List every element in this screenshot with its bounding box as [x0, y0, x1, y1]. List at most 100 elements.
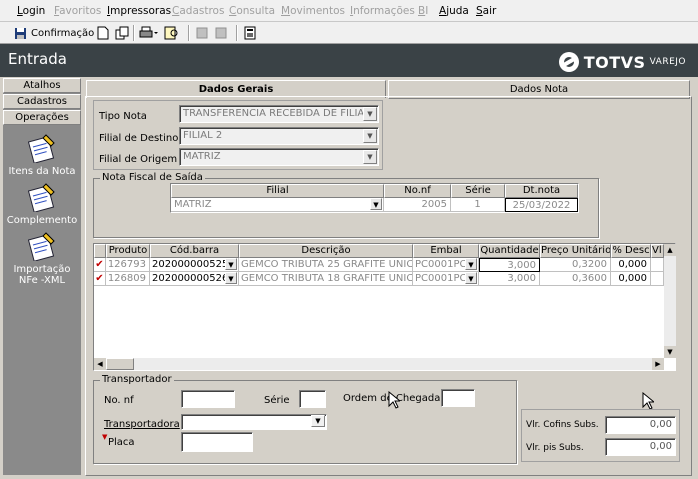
row1-codbarra[interactable]: 2020000005254 ▼	[150, 258, 239, 272]
scroll-right-icon[interactable]: ▶	[652, 358, 664, 370]
transportadora-select[interactable]: ▼	[181, 414, 327, 430]
disabled-tool2-icon[interactable]	[214, 25, 228, 41]
items-grid: Produto Cód.barra Descrição Embal Quanti…	[93, 243, 676, 371]
row2-preco[interactable]: 0,3600	[540, 272, 611, 286]
chevron-down-icon[interactable]: ▼	[363, 107, 377, 121]
chevron-down-icon[interactable]: ▼	[363, 150, 377, 164]
search-icon[interactable]	[164, 25, 180, 41]
brand-sub: VAREJO	[649, 57, 686, 67]
scroll-left-icon[interactable]: ◀	[94, 358, 106, 370]
menu-cadastros[interactable]: Cadastros	[172, 5, 224, 17]
menu-informacoes[interactable]: Informações	[350, 5, 415, 17]
sidebar-item-complemento[interactable]: Complemento	[3, 182, 81, 226]
confirm-label: Confirmação	[31, 27, 95, 39]
no-nf-input[interactable]	[181, 390, 235, 408]
new-document-icon[interactable]	[97, 25, 109, 41]
transportador-title: Transportador	[100, 374, 174, 385]
menu-ajuda[interactable]: Ajuda	[439, 5, 469, 17]
sidebar-operacoes-button[interactable]: Operações	[3, 110, 81, 125]
copy-icon[interactable]	[115, 25, 129, 41]
pis-input[interactable]: 0,00	[605, 438, 676, 456]
page-title: Entrada	[8, 50, 67, 68]
horizontal-scrollbar[interactable]: ◀ ▶	[94, 358, 664, 370]
mouse-cursor-icon	[388, 391, 400, 409]
print-icon[interactable]	[139, 25, 159, 41]
chevron-down-icon[interactable]: ▼	[311, 415, 325, 427]
chevron-down-icon[interactable]: ▼	[225, 272, 237, 284]
menu-movimentos[interactable]: Movimentos	[281, 5, 345, 17]
chevron-down-icon[interactable]: ▼	[363, 129, 377, 143]
notepad-icon	[28, 183, 55, 212]
col-embal: Embal	[413, 244, 479, 258]
scroll-up-icon[interactable]: ▲	[664, 244, 676, 256]
col-indicator	[94, 244, 106, 258]
filial-origem-label: Filial de Origem	[99, 154, 178, 165]
row1-quantidade[interactable]: 3,000	[479, 258, 540, 272]
nf-filial-value: MATRIZ	[174, 199, 212, 210]
col-desc: % Desc	[611, 244, 651, 258]
sidebar-item-label: Importação NFe -XML	[13, 264, 71, 286]
row2-quantidade[interactable]: 3,000	[479, 272, 540, 286]
menu-impressoras[interactable]: Impressoras	[107, 5, 171, 17]
row2-desc[interactable]: 0,000	[611, 272, 651, 286]
col-produto: Produto	[106, 244, 150, 258]
chevron-down-icon[interactable]: ▼	[465, 272, 477, 284]
nf-filial-cell[interactable]: MATRIZ ▼	[171, 198, 384, 212]
menu-favoritos[interactable]: Favoritos	[54, 5, 101, 17]
cofins-label: Vlr. Cofins Subs.	[526, 420, 599, 430]
nf-saida-grid: Filial No.nf Série Dt.nota MATRIZ ▼ 2005 …	[170, 183, 579, 213]
row2-vl[interactable]	[651, 272, 664, 286]
filial-destino-label: Filial de Destino	[99, 133, 179, 144]
confirm-button[interactable]: Confirmação	[14, 25, 94, 41]
save-icon	[15, 27, 26, 39]
row1-desc[interactable]: 0,000	[611, 258, 651, 272]
menu-login[interactable]: Login	[17, 5, 45, 17]
menu-consulta[interactable]: Consulta	[229, 5, 275, 17]
placa-label: Placa	[108, 437, 135, 448]
row2-descricao[interactable]: GEMCO TRIBUTA 18 GRAFITE UNICO	[239, 272, 413, 286]
ordem-chegada-input[interactable]	[441, 389, 475, 407]
row1-vl[interactable]	[651, 258, 664, 272]
row1-produto[interactable]: 126793	[106, 258, 150, 272]
notepad-icon	[28, 232, 55, 261]
col-descricao: Descrição	[239, 244, 413, 258]
row2-produto[interactable]: 126809	[106, 272, 150, 286]
row2-embal[interactable]: PC0001PC ▼	[413, 272, 479, 286]
col-codbarra: Cód.barra	[150, 244, 239, 258]
nf-serie-cell[interactable]: 1	[451, 198, 505, 212]
chevron-down-icon[interactable]: ▼	[465, 258, 477, 270]
filial-origem-value: MATRIZ	[183, 151, 221, 162]
filial-origem-select[interactable]: MATRIZ ▼	[179, 148, 379, 166]
sidebar-atalhos-button[interactable]: Atalhos	[3, 78, 81, 93]
cofins-input[interactable]: 0,00	[605, 416, 676, 434]
scroll-thumb[interactable]	[106, 358, 134, 370]
menu-bi[interactable]: BI	[418, 5, 428, 17]
sidebar-item-itens-nota[interactable]: Itens da Nota	[3, 133, 81, 177]
row2-codbarra[interactable]: 2020000005261 ▼	[150, 272, 239, 286]
sidebar-item-importacao-nfe[interactable]: Importação NFe -XML	[3, 231, 81, 286]
sidebar-cadastros-button[interactable]: Cadastros	[3, 94, 81, 109]
notepad-icon	[28, 134, 55, 163]
serie-input[interactable]	[299, 390, 326, 408]
disabled-tool-icon[interactable]	[195, 25, 209, 41]
chevron-down-icon[interactable]: ▼	[370, 198, 382, 210]
mouse-pointer-icon	[642, 392, 654, 410]
row-check-icon: ✔	[94, 272, 106, 286]
tipo-nota-select[interactable]: TRANSFERENCIA RECEBIDA DE FILIAL ▼	[179, 105, 379, 123]
scroll-down-icon[interactable]: ▼	[664, 346, 676, 358]
calculator-icon[interactable]	[244, 25, 256, 41]
nf-dtnota-cell[interactable]: 25/03/2022	[505, 198, 578, 212]
placa-input[interactable]	[181, 432, 253, 452]
nf-nonf-cell[interactable]: 2005	[384, 198, 451, 212]
chevron-down-icon[interactable]: ▼	[225, 258, 237, 270]
serie-label: Série	[264, 395, 290, 406]
row1-preco[interactable]: 0,3200	[540, 258, 611, 272]
transportadora-label[interactable]: Transportadora	[104, 419, 180, 430]
col-vl: Vl	[651, 244, 664, 258]
row1-descricao[interactable]: GEMCO TRIBUTA 25 GRAFITE UNICO	[239, 258, 413, 272]
vertical-scrollbar[interactable]: ▲ ▼	[664, 244, 676, 358]
row1-embal[interactable]: PC0001PC ▼	[413, 258, 479, 272]
col-filial: Filial	[171, 184, 384, 198]
filial-destino-select[interactable]: FILIAL 2 ▼	[179, 127, 379, 145]
menu-sair[interactable]: Sair	[476, 5, 496, 17]
